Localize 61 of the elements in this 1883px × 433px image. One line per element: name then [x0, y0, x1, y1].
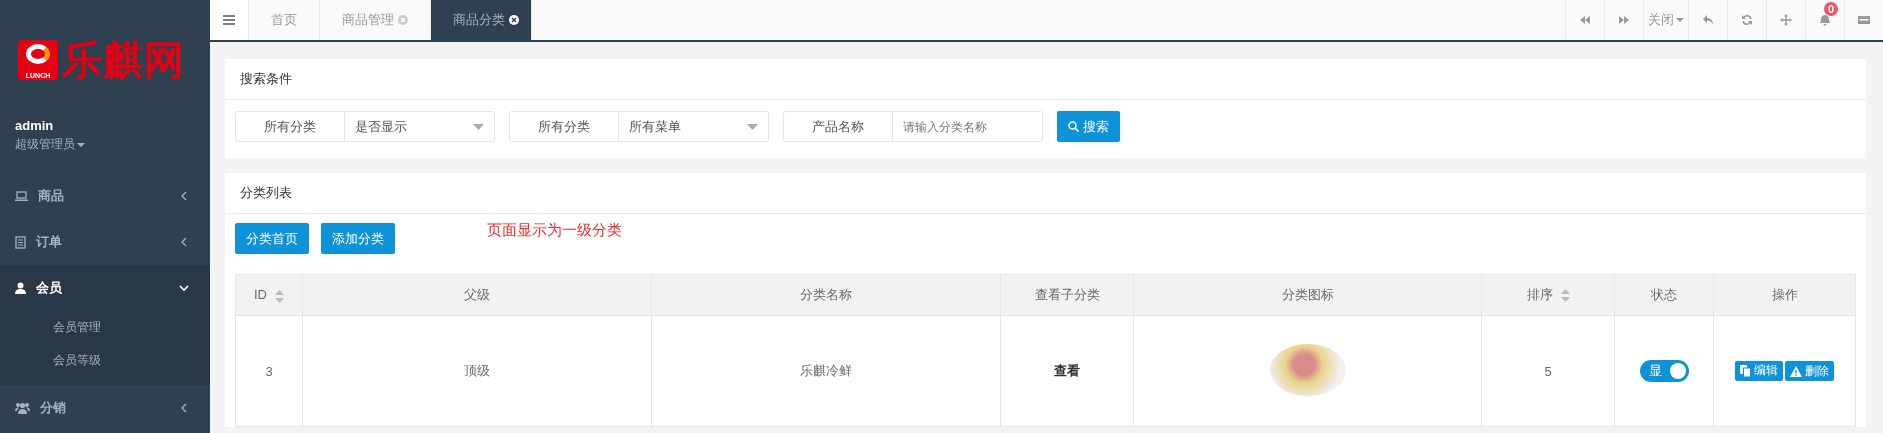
column-header[interactable]: ID [254, 287, 267, 303]
row-action-button[interactable]: 删除 [1785, 361, 1834, 382]
close-icon[interactable] [509, 15, 519, 25]
logo-name: 乐麒网 [62, 38, 185, 82]
column-header: 分类名称 [800, 286, 852, 304]
window-icon [1858, 14, 1870, 26]
notification-badge: 0 [1824, 2, 1839, 16]
reply-icon [1702, 14, 1714, 26]
menu-icon [223, 15, 235, 25]
dropdown-caret-icon [473, 123, 484, 130]
view-link[interactable]: 查看 [1054, 362, 1080, 380]
action-button[interactable]: 添加分类 [321, 223, 395, 254]
card-title: 搜索条件 [240, 70, 292, 88]
submenu-item[interactable]: 会员等级 [53, 352, 101, 369]
dropdown-caret-icon [747, 123, 758, 130]
menu-button[interactable] [210, 0, 249, 40]
search-button[interactable]: 搜索 [1057, 111, 1120, 142]
chevron-down-icon [178, 282, 190, 294]
move-icon [1780, 14, 1792, 26]
filter-label: 产品名称 [783, 111, 893, 142]
sidebar-item[interactable]: 商品 [0, 173, 210, 219]
sidebar-item[interactable]: 订单 [0, 219, 210, 265]
refresh-icon [1741, 14, 1753, 26]
status-toggle[interactable]: 显 [1639, 360, 1689, 382]
warning-icon [1790, 365, 1802, 377]
filter-label: 所有分类 [509, 111, 619, 142]
table-cell: 5 [1544, 363, 1552, 379]
column-header: 状态 [1651, 286, 1677, 304]
copy-icon [1740, 364, 1751, 377]
column-header: 查看子分类 [1034, 286, 1100, 304]
column-header: 父级 [464, 286, 490, 304]
search-field[interactable]: 请输入分类名称 [893, 111, 1043, 142]
sort-icon[interactable] [1560, 289, 1570, 303]
filter-label: 所有分类 [235, 111, 345, 142]
column-header: 分类图标 [1281, 286, 1334, 304]
bell-icon [1819, 14, 1831, 26]
search-icon [1068, 121, 1079, 132]
notice-text: 页面显示为一级分类 [487, 221, 622, 240]
row-action-button[interactable]: 编辑 [1735, 360, 1783, 381]
user-icon [15, 282, 26, 294]
select-field[interactable]: 所有菜单 [619, 111, 769, 142]
fast-forward-icon [1618, 14, 1630, 26]
table-cell: 乐麒冷鲜 [800, 362, 852, 380]
tab[interactable]: 首页 [249, 0, 320, 40]
column-header[interactable]: 排序 [1526, 286, 1553, 304]
column-header: 操作 [1771, 286, 1798, 304]
sidebar-item[interactable]: 分销 [0, 385, 210, 431]
rewind-icon [1579, 14, 1591, 26]
action-button[interactable]: 分类首页 [235, 223, 309, 254]
tab[interactable]: 商品分类 [431, 0, 532, 40]
card-title: 分类列表 [240, 184, 292, 202]
table-cell: 3 [265, 363, 273, 379]
table-cell: 顶级 [464, 362, 490, 380]
user-name: admin [15, 118, 54, 133]
sort-icon[interactable] [275, 289, 284, 303]
select-field[interactable]: 是否显示 [345, 111, 495, 142]
receipt-icon [15, 235, 26, 249]
role-dropdown[interactable]: 超级管理员 [15, 136, 85, 153]
laptop-icon [15, 190, 28, 202]
users-icon [15, 402, 30, 414]
submenu-item[interactable]: 会员管理 [53, 319, 101, 336]
